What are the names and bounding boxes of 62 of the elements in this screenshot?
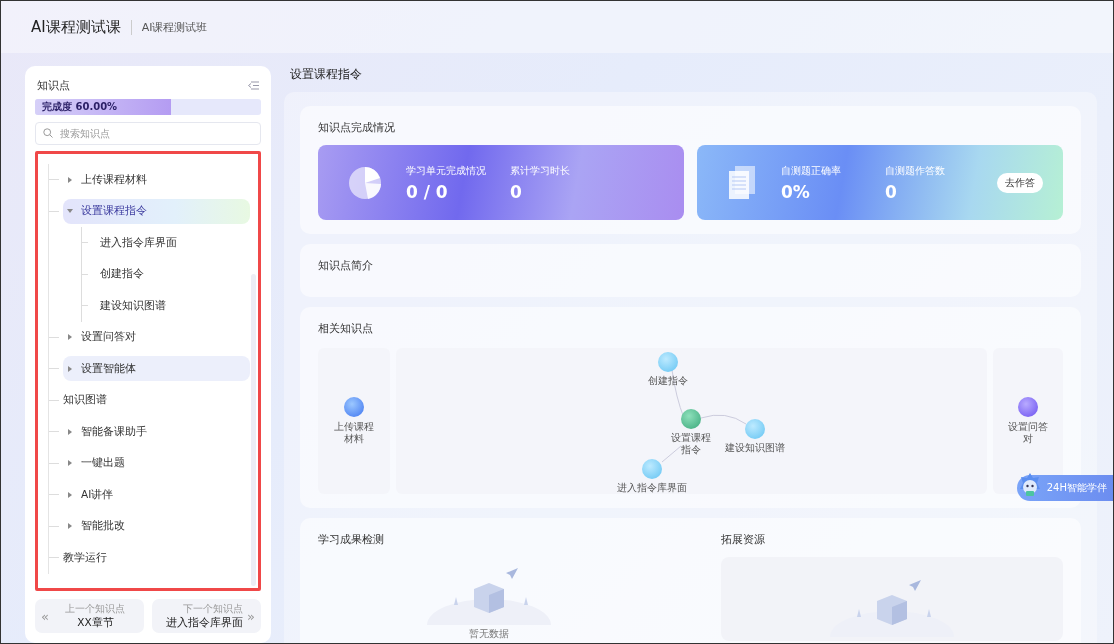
collapse-icon[interactable] xyxy=(248,81,259,90)
graph-node[interactable] xyxy=(642,459,662,479)
node-label: 创建指令 xyxy=(647,375,689,387)
tree-item[interactable]: 一键出题 xyxy=(63,450,250,476)
caret-icon[interactable] xyxy=(67,460,73,467)
section-title: 拓展资源 xyxy=(720,532,766,547)
progress-label: 完成度 60.00% xyxy=(42,100,118,114)
stat-value: 0% xyxy=(781,181,811,202)
tree-item[interactable]: 智能备课助手 xyxy=(63,419,250,445)
pie-chart-icon xyxy=(348,165,382,200)
node-label: 设置问答对 xyxy=(1007,421,1049,445)
node-label: 进入指令库界面 xyxy=(616,482,688,494)
tree-item[interactable]: 教学运行 xyxy=(63,545,250,571)
tree-subitem[interactable]: 建设知识图谱 xyxy=(92,298,166,313)
connector-line xyxy=(700,414,747,425)
graph-node[interactable] xyxy=(658,352,678,372)
sidebar-title: 知识点 xyxy=(37,78,70,93)
section-title: 知识点完成情况 xyxy=(318,120,396,135)
tree-subitem[interactable]: 创建指令 xyxy=(92,267,144,282)
document-stack-icon xyxy=(727,164,757,201)
search-field[interactable]: 搜索知识点 xyxy=(35,122,261,145)
tree-item[interactable]: 设置问答对 xyxy=(63,324,250,350)
caret-icon[interactable] xyxy=(67,208,73,215)
section-title: 知识点简介 xyxy=(318,258,374,273)
double-chevron-left-icon: « xyxy=(41,608,49,624)
answer-button[interactable]: 去作答 xyxy=(997,172,1043,193)
graph-node[interactable] xyxy=(745,419,765,439)
tree-item[interactable]: 设置课程指令 xyxy=(63,198,250,224)
tree-item[interactable]: AI讲伴 xyxy=(63,482,250,508)
tree-subitem[interactable]: 进入指令库界面 xyxy=(92,235,177,250)
tree-item[interactable]: 设置智能体 xyxy=(63,356,250,382)
graph-node[interactable] xyxy=(1018,397,1038,417)
tree-item[interactable]: 上传课程材料 xyxy=(63,167,250,193)
stat-label: 自测题正确率 xyxy=(781,163,842,178)
stat-label: 学习单元完成情况 xyxy=(406,163,486,178)
tree-item[interactable]: 知识图谱 xyxy=(63,387,250,413)
caret-icon[interactable] xyxy=(67,428,73,435)
node-label: 设置课程指令 xyxy=(670,432,712,456)
caret-icon[interactable] xyxy=(67,176,73,183)
caret-icon[interactable] xyxy=(67,491,73,498)
caret-icon[interactable] xyxy=(67,365,73,372)
connector-line xyxy=(661,445,682,463)
double-chevron-right-icon: » xyxy=(247,608,255,624)
caret-icon[interactable] xyxy=(67,523,73,530)
node-label: 建设知识图谱 xyxy=(724,442,786,454)
stat-label: 累计学习时长 xyxy=(510,163,571,178)
course-title: AI课程测试课 xyxy=(31,17,121,37)
section-title: 学习成果检测 xyxy=(318,532,385,547)
caret-icon[interactable] xyxy=(67,334,73,341)
graph-node[interactable] xyxy=(344,397,364,417)
stat-value: 0 / 0 xyxy=(406,181,449,202)
graph-node[interactable] xyxy=(681,409,701,429)
class-name: AI课程测试班 xyxy=(130,19,208,35)
section-title: 相关知识点 xyxy=(318,321,374,336)
page-title: 设置课程指令 xyxy=(289,66,363,83)
node-label: 上传课程材料 xyxy=(333,421,375,445)
empty-text: 暂无数据 xyxy=(469,627,510,641)
stat-value: 0 xyxy=(885,181,898,202)
search-icon xyxy=(43,128,53,138)
stat-value: 0 xyxy=(510,181,523,202)
stat-label: 自测题作答数 xyxy=(885,163,946,178)
tree-item[interactable]: 智能批改 xyxy=(63,513,250,539)
